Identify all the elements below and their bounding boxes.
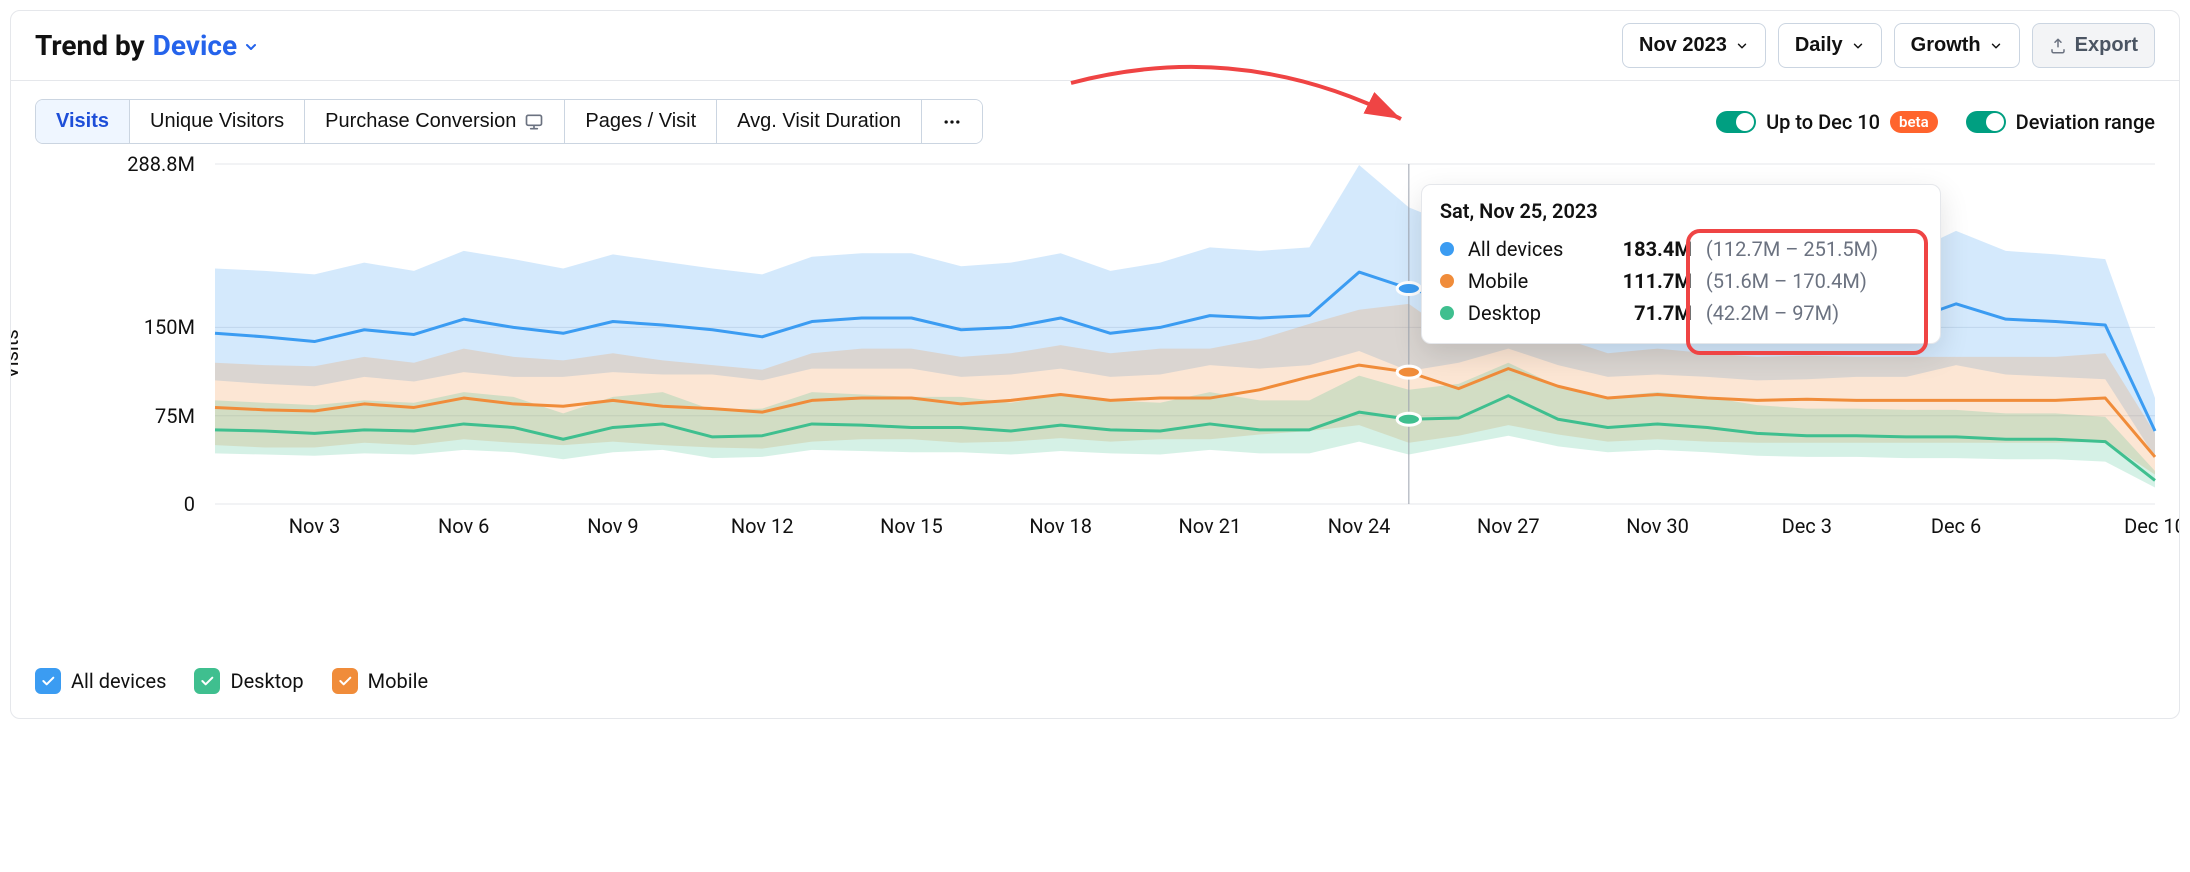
legend-label: All devices <box>71 669 166 693</box>
dimension-dropdown[interactable]: Device <box>153 29 257 62</box>
chevron-down-icon <box>1851 39 1865 53</box>
tabs-row: Visits Unique Visitors Purchase Conversi… <box>35 99 2155 144</box>
card-header: Trend by Device Nov 2023 Daily <box>11 11 2179 81</box>
dot-mobile-icon <box>1440 274 1454 288</box>
dimension-label: Device <box>153 29 237 62</box>
dot-all-icon <box>1440 242 1454 256</box>
tooltip-date: Sat, Nov 25, 2023 <box>1440 199 1922 223</box>
toggles: Up to Dec 10 beta Deviation range <box>1716 110 2155 134</box>
legend-label: Mobile <box>368 669 428 693</box>
tooltip: Sat, Nov 25, 2023 All devices 183.4M (11… <box>1421 184 1941 344</box>
tooltip-row-mobile: Mobile 111.7M (51.6M – 170.4M) <box>1440 265 1922 297</box>
y-axis-ticks: 075M150M288.8M <box>85 164 195 504</box>
more-icon <box>942 112 962 132</box>
tab-purchase-conversion[interactable]: Purchase Conversion <box>305 100 565 143</box>
toggle-upto: Up to Dec 10 beta <box>1716 110 1938 134</box>
card-body: Visits Unique Visitors Purchase Conversi… <box>11 81 2179 718</box>
view-label: Growth <box>1911 34 1981 57</box>
period-dropdown[interactable]: Nov 2023 <box>1622 23 1766 68</box>
check-icon <box>332 668 358 694</box>
period-label: Nov 2023 <box>1639 34 1727 57</box>
tooltip-row-desktop: Desktop 71.7M (42.2M – 97M) <box>1440 297 1922 329</box>
legend-label: Desktop <box>230 669 303 693</box>
export-icon <box>2049 37 2067 55</box>
card-title: Trend by Device <box>35 29 257 62</box>
legend: All devices Desktop Mobile <box>35 668 2155 694</box>
chevron-down-icon <box>1989 39 2003 53</box>
beta-badge: beta <box>1890 111 1938 133</box>
export-button[interactable]: Export <box>2032 23 2155 68</box>
tab-avg-visit-duration[interactable]: Avg. Visit Duration <box>717 100 922 143</box>
header-controls: Nov 2023 Daily Growth <box>1622 23 2155 68</box>
chevron-down-icon <box>243 39 257 53</box>
toggle-deviation-switch[interactable] <box>1966 111 2006 133</box>
view-dropdown[interactable]: Growth <box>1894 23 2020 68</box>
y-axis-label: Visits <box>10 329 23 379</box>
export-label: Export <box>2075 34 2138 57</box>
chart: Visits 075M150M288.8M Sat, Nov 25, 2023 … <box>35 164 2155 594</box>
toggle-upto-switch[interactable] <box>1716 111 1756 133</box>
toggle-upto-label: Up to Dec 10 <box>1766 110 1880 134</box>
dot-desktop-icon <box>1440 306 1454 320</box>
toggle-deviation-label: Deviation range <box>2016 110 2155 134</box>
check-icon <box>35 668 61 694</box>
tooltip-row-all: All devices 183.4M (112.7M – 251.5M) <box>1440 233 1922 265</box>
tab-more-button[interactable] <box>922 100 982 143</box>
toggle-deviation: Deviation range <box>1966 110 2155 134</box>
desktop-icon <box>524 112 544 132</box>
legend-mobile[interactable]: Mobile <box>332 668 428 694</box>
tab-pages-per-visit[interactable]: Pages / Visit <box>565 100 717 143</box>
trend-card: Trend by Device Nov 2023 Daily <box>10 10 2180 719</box>
granularity-dropdown[interactable]: Daily <box>1778 23 1882 68</box>
legend-all-devices[interactable]: All devices <box>35 668 166 694</box>
plot-area[interactable]: Sat, Nov 25, 2023 All devices 183.4M (11… <box>215 164 2155 504</box>
tab-unique-visitors[interactable]: Unique Visitors <box>130 100 305 143</box>
legend-desktop[interactable]: Desktop <box>194 668 303 694</box>
check-icon <box>194 668 220 694</box>
granularity-label: Daily <box>1795 34 1843 57</box>
metric-tabs: Visits Unique Visitors Purchase Conversi… <box>35 99 983 144</box>
chevron-down-icon <box>1735 39 1749 53</box>
title-prefix: Trend by <box>35 29 145 62</box>
tab-visits[interactable]: Visits <box>36 100 130 143</box>
x-axis-ticks: Nov 3Nov 6Nov 9Nov 12Nov 15Nov 18Nov 21N… <box>215 514 2155 544</box>
